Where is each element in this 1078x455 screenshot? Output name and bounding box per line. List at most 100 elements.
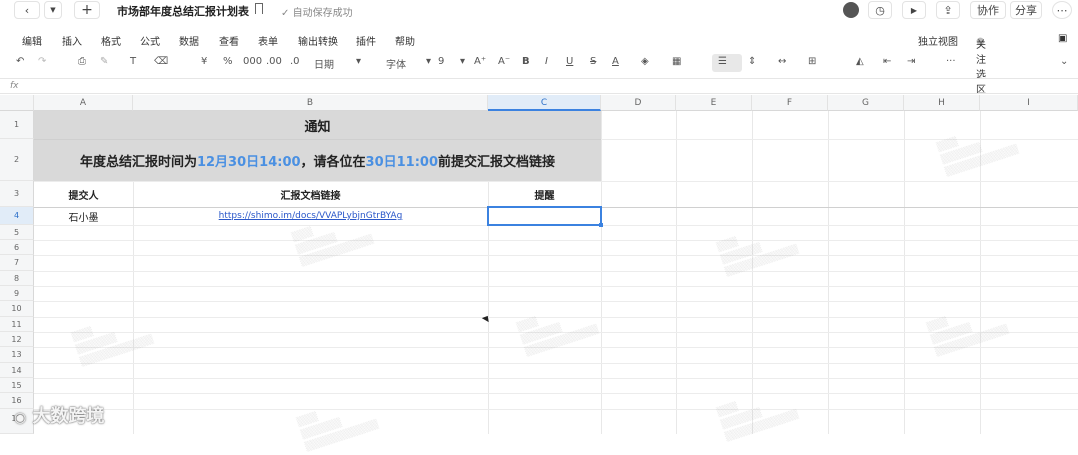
row-header-13[interactable]: 13 — [0, 347, 34, 363]
export-button[interactable]: ⇪ — [936, 1, 960, 19]
align-group[interactable] — [712, 54, 742, 72]
present-button[interactable]: ▶ — [902, 1, 926, 19]
bold-button[interactable]: B — [522, 56, 530, 67]
fill-handle[interactable] — [599, 223, 603, 227]
font-size-select[interactable]: 9 — [438, 56, 444, 67]
formula-bar[interactable]: fx — [0, 78, 1078, 94]
indent-decrease-icon[interactable]: ⇤ — [883, 56, 891, 67]
menu-output[interactable]: 输出转换 — [298, 33, 338, 48]
menu-edit[interactable]: 编辑 — [22, 33, 42, 48]
menu-data[interactable]: 数据 — [179, 33, 199, 48]
column-header-e[interactable]: E — [676, 95, 752, 111]
menu-help[interactable]: 帮助 — [395, 33, 415, 48]
row-header-4[interactable]: 4 — [0, 207, 34, 225]
collaborate-button[interactable]: 协作 — [970, 1, 1006, 19]
notice-title-cell[interactable]: 通知 — [34, 111, 601, 139]
header-reminder-cell[interactable]: 提醒 — [488, 181, 601, 207]
column-header-f[interactable]: F — [752, 95, 828, 111]
add-decimal-button[interactable]: .00 — [266, 56, 282, 67]
top-bar: ‹ ▼ + 市场部年度总结汇报计划表 ✓ 自动保存成功 ◷ ▶ ⇪ 协作 分享 … — [0, 0, 1078, 22]
corner-cell[interactable] — [0, 95, 34, 111]
column-header-h[interactable]: H — [904, 95, 980, 111]
fill-color-icon[interactable]: ◈ — [641, 56, 649, 67]
strikethrough-button[interactable]: S — [590, 56, 596, 67]
merge-icon[interactable]: ⊞ — [808, 56, 816, 67]
document-link[interactable]: https://shimo.im/docs/VVAPLybjnGtrBYAg — [219, 211, 403, 221]
grid-line — [828, 111, 829, 434]
new-tab-button[interactable]: + — [74, 1, 100, 19]
share-button[interactable]: 分享 — [1010, 1, 1042, 19]
font-select[interactable]: 字体 — [386, 56, 406, 71]
history-button[interactable]: ◷ — [868, 1, 892, 19]
column-header-b[interactable]: B — [133, 95, 488, 111]
sidebar-toggle-icon[interactable]: ▣ — [1058, 33, 1067, 44]
percent-button[interactable]: % — [223, 56, 233, 67]
column-header-i[interactable]: I — [980, 95, 1078, 111]
italic-button[interactable]: I — [545, 56, 548, 67]
chevron-down-icon[interactable]: ⌄ — [1060, 56, 1068, 67]
redo-icon[interactable]: ↷ — [38, 56, 46, 67]
menu-plugins[interactable]: 插件 — [356, 33, 376, 48]
clock-icon: ◷ — [875, 3, 885, 17]
row-header-15[interactable]: 15 — [0, 378, 34, 393]
menu-insert[interactable]: 插入 — [62, 33, 82, 48]
currency-button[interactable]: ¥ — [201, 56, 207, 67]
column-header-a[interactable]: A — [34, 95, 133, 111]
thousands-button[interactable]: 000 — [243, 56, 262, 67]
wrap-icon[interactable]: ↔ — [778, 56, 786, 67]
border-icon[interactable]: ▦ — [672, 56, 681, 67]
conditional-format-icon[interactable]: ◭ — [856, 56, 864, 67]
indent-increase-icon[interactable]: ⇥ — [907, 56, 915, 67]
undo-icon[interactable]: ↶ — [16, 56, 24, 67]
row-header-5[interactable]: 5 — [0, 225, 34, 240]
text-color-button[interactable]: A — [612, 56, 619, 67]
column-header-d[interactable]: D — [601, 95, 676, 111]
row-header-9[interactable]: 9 — [0, 286, 34, 301]
spreadsheet-grid[interactable]: A B C D E F G H I 1 2 3 4 5 6 7 8 9 10 1… — [0, 95, 1078, 453]
link-cell[interactable]: https://shimo.im/docs/VVAPLybjnGtrBYAg — [133, 207, 488, 225]
standalone-view-toggle[interactable]: 独立视图 — [918, 33, 958, 48]
back-button[interactable]: ‹ — [14, 1, 40, 19]
menu-form[interactable]: 表单 — [258, 33, 278, 48]
row-header-7[interactable]: 7 — [0, 255, 34, 271]
row-header-2[interactable]: 2 — [0, 139, 34, 181]
format-painter-icon[interactable]: ✎ — [100, 56, 108, 67]
row-header-14[interactable]: 14 — [0, 363, 34, 378]
more-options-button[interactable]: ⋯ — [1052, 1, 1072, 19]
clear-format-icon[interactable]: T — [130, 56, 136, 67]
grid-line — [34, 271, 1078, 272]
row-header-8[interactable]: 8 — [0, 271, 34, 286]
active-cell-selection[interactable] — [487, 206, 602, 226]
history-dropdown-button[interactable]: ▼ — [44, 1, 62, 19]
number-format-select[interactable]: 日期 — [314, 56, 334, 71]
header-link-cell[interactable]: 汇报文档链接 — [133, 181, 488, 207]
row-header-11[interactable]: 11 — [0, 317, 34, 332]
document-title[interactable]: 市场部年度总结汇报计划表 — [117, 3, 249, 19]
row-header-12[interactable]: 12 — [0, 332, 34, 347]
watermark: ▒▒▒ ▒▒▒▒▒▒ ▒▒▒▒▒▒▒▒▒▒▒ — [71, 327, 155, 368]
increase-font-icon[interactable]: A⁺ — [474, 56, 486, 67]
avatar[interactable] — [843, 2, 859, 18]
row-header-10[interactable]: 10 — [0, 301, 34, 317]
align-center-icon[interactable]: ☰ — [718, 56, 727, 67]
remove-decimal-button[interactable]: .0 — [290, 56, 300, 67]
eraser-icon[interactable]: ⌫ — [154, 56, 168, 67]
menu-view[interactable]: 查看 — [219, 33, 239, 48]
row-header-1[interactable]: 1 — [0, 111, 34, 139]
print-icon[interactable]: ⎙ — [78, 56, 86, 67]
header-submitter-cell[interactable]: 提交人 — [34, 181, 133, 207]
notice-line-cell[interactable]: 年度总结汇报时间为 12月30日14:00 ，请各位在 30日11:00 前提交… — [34, 139, 601, 181]
row-header-6[interactable]: 6 — [0, 240, 34, 255]
decrease-font-icon[interactable]: A⁻ — [498, 56, 510, 67]
vertical-align-icon[interactable]: ⇕ — [748, 56, 756, 67]
column-header-g[interactable]: G — [828, 95, 904, 111]
bookmark-icon[interactable] — [255, 3, 263, 14]
menu-format[interactable]: 格式 — [101, 33, 121, 48]
menu-formula[interactable]: 公式 — [140, 33, 160, 48]
row-header-3[interactable]: 3 — [0, 181, 34, 207]
submitter-cell[interactable]: 石小墨 — [34, 207, 133, 225]
underline-button[interactable]: U — [566, 56, 573, 67]
column-header-c[interactable]: C — [488, 95, 601, 111]
grid-line — [752, 111, 753, 434]
more-tools-button[interactable]: ··· — [946, 56, 956, 67]
